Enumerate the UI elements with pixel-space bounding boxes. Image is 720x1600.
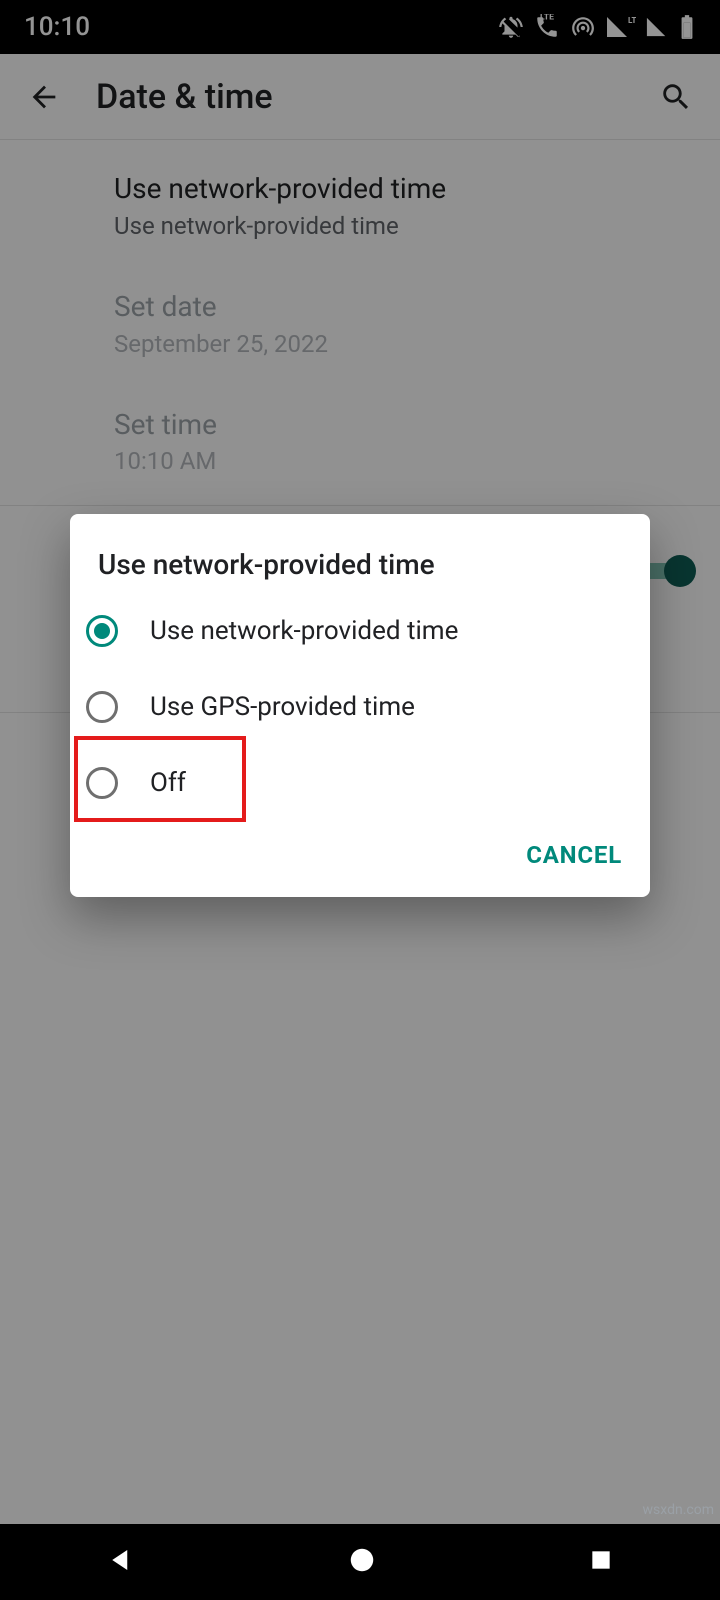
radio-option-gps[interactable]: Use GPS-provided time <box>70 669 650 745</box>
navigation-bar <box>0 1524 720 1600</box>
time-source-dialog: Use network-provided time Use network-pr… <box>70 514 650 897</box>
square-recents-icon <box>588 1547 614 1573</box>
nav-back-button[interactable] <box>106 1545 136 1579</box>
nav-recents-button[interactable] <box>588 1547 614 1577</box>
radio-option-network[interactable]: Use network-provided time <box>70 593 650 669</box>
radio-label: Use network-provided time <box>150 616 458 646</box>
annotation-highlight <box>74 736 246 822</box>
radio-icon <box>84 613 120 649</box>
circle-home-icon <box>347 1545 377 1575</box>
radio-icon <box>84 689 120 725</box>
cancel-button[interactable]: Cancel <box>526 841 622 869</box>
dialog-title: Use network-provided time <box>70 548 650 593</box>
radio-label: Use GPS-provided time <box>150 692 415 722</box>
triangle-back-icon <box>106 1545 136 1575</box>
dialog-actions: Cancel <box>70 821 650 887</box>
watermark: wsxdn.com <box>643 1502 714 1518</box>
nav-home-button[interactable] <box>347 1545 377 1579</box>
